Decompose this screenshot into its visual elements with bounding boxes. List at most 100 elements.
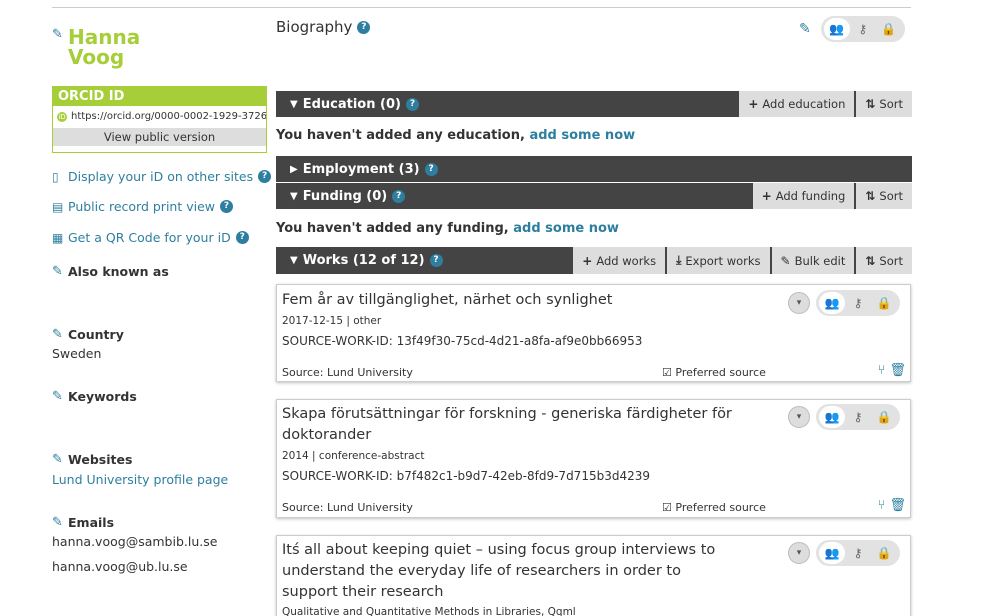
- work-privacy: ▾ 👥 ⚷ 🔒: [788, 404, 900, 430]
- lock-icon[interactable]: 🔒: [871, 542, 897, 564]
- help-icon[interactable]: ?: [258, 170, 272, 183]
- websites-heading: ✎ Websites: [52, 452, 132, 467]
- work-meta: 2014 | conference-abstract: [282, 450, 425, 462]
- funding-empty-text: You haven't added any funding,: [276, 221, 509, 236]
- display-id-link[interactable]: ▯ Display your iD on other sites ?: [52, 169, 272, 184]
- trash-icon[interactable]: 🗑: [889, 498, 906, 513]
- edit-biography-icon[interactable]: ✎: [799, 21, 811, 37]
- chevron-down-icon: ▼: [290, 98, 298, 110]
- works-section-bar: ▼ Works (12 of 12) ? + Add works ⤓ Export …: [276, 247, 912, 274]
- everyone-icon[interactable]: 👥: [823, 18, 850, 40]
- lock-icon[interactable]: 🔒: [871, 292, 897, 314]
- dropdown-icon[interactable]: ▾: [788, 292, 810, 314]
- qr-code-link[interactable]: ▦ Get a QR Code for your iD ?: [52, 230, 249, 245]
- lock-icon[interactable]: 🔒: [871, 406, 897, 428]
- sort-button[interactable]: ⇅ Sort: [856, 247, 912, 274]
- works-toggle[interactable]: ▼ Works (12 of 12) ?: [276, 253, 443, 268]
- work-title: Fem år av tillgänglighet, närhet och syn…: [282, 292, 613, 308]
- edit-websites-icon[interactable]: ✎: [52, 452, 68, 467]
- trusted-parties-icon[interactable]: ⚷: [845, 406, 871, 428]
- trusted-parties-icon[interactable]: ⚷: [845, 542, 871, 564]
- orcid-id-box: ORCID ID iD https://orcid.org/0000-0002-…: [52, 86, 267, 153]
- trusted-parties-icon[interactable]: ⚷: [850, 18, 876, 40]
- bulk-edit-label: Bulk edit: [794, 253, 846, 268]
- edit-emails-icon[interactable]: ✎: [52, 515, 68, 530]
- preferred-source-label: Preferred source: [675, 501, 766, 514]
- help-icon[interactable]: ?: [424, 162, 438, 176]
- work-card: Skapa förutsättningar för forskning - ge…: [276, 399, 911, 518]
- versions-icon[interactable]: ⑂: [878, 363, 886, 378]
- work-title: Skapa förutsättningar för forskning - ge…: [282, 406, 732, 443]
- plus-icon: +: [748, 97, 759, 111]
- print-view-link[interactable]: ▤ Public record print view ?: [52, 199, 233, 214]
- website-link[interactable]: Lund University profile page: [52, 472, 228, 487]
- mobile-icon: ▯: [52, 169, 59, 184]
- everyone-icon[interactable]: 👥: [819, 542, 845, 564]
- printer-icon: ▤: [52, 199, 64, 214]
- employment-label: Employment (3): [302, 161, 420, 177]
- everyone-icon[interactable]: 👥: [819, 406, 845, 428]
- education-toggle[interactable]: ▼ Education (0) ?: [276, 97, 419, 112]
- sort-icon: ⇅: [865, 97, 876, 111]
- download-icon: ⤓: [676, 253, 682, 267]
- help-icon[interactable]: ?: [392, 189, 406, 203]
- edit-name-icon[interactable]: ✎: [52, 27, 68, 67]
- emails-label: Emails: [68, 515, 115, 530]
- work-tools: ⑂ 🗑: [878, 363, 906, 378]
- email-value: hanna.voog@ub.lu.se: [52, 559, 188, 574]
- sort-button[interactable]: ⇅ Sort: [856, 91, 912, 117]
- funding-toggle[interactable]: ▼ Funding (0) ?: [276, 189, 406, 204]
- funding-section-bar: ▼ Funding (0) ? + Add funding ⇅ Sort: [276, 183, 912, 209]
- work-meta: Qualitative and Quantitative Methods in …: [282, 606, 576, 616]
- add-education-label: Add education: [762, 97, 846, 111]
- biography-title: Biography ?: [276, 18, 371, 36]
- add-education-button[interactable]: + Add education: [739, 91, 855, 117]
- edit-country-icon[interactable]: ✎: [52, 327, 68, 342]
- edit-also-known-as-icon[interactable]: ✎: [52, 264, 68, 279]
- orcid-logo-icon: iD: [57, 112, 67, 122]
- help-icon[interactable]: ?: [405, 97, 419, 111]
- view-public-version-button[interactable]: View public version: [53, 128, 266, 146]
- dropdown-icon[interactable]: ▾: [788, 542, 810, 564]
- orcid-url[interactable]: https://orcid.org/0000-0002-1929-3726: [71, 106, 266, 128]
- add-works-label: Add works: [596, 253, 657, 268]
- also-known-as-heading: ✎ Also known as: [52, 264, 169, 279]
- work-source: Source: Lund University: [282, 366, 413, 379]
- versions-icon[interactable]: ⑂: [878, 498, 886, 513]
- lock-icon[interactable]: 🔒: [876, 18, 902, 40]
- help-icon[interactable]: ?: [429, 254, 443, 267]
- trash-icon[interactable]: 🗑: [889, 363, 906, 378]
- help-icon[interactable]: ?: [357, 20, 371, 34]
- bulk-edit-button[interactable]: ✎ Bulk edit: [771, 247, 855, 274]
- sort-button[interactable]: ⇅ Sort: [856, 183, 912, 209]
- chevron-down-icon: ▼: [290, 255, 298, 266]
- add-funding-link[interactable]: add some now: [513, 221, 619, 236]
- funding-empty-message: You haven't added any funding, add some …: [276, 221, 619, 236]
- checkbox-icon: ☑: [662, 501, 672, 514]
- education-empty-text: You haven't added any education,: [276, 128, 525, 143]
- help-icon[interactable]: ?: [220, 200, 233, 213]
- education-actions: + Add education ⇅ Sort: [737, 91, 912, 117]
- help-icon[interactable]: ?: [235, 231, 249, 244]
- add-funding-button[interactable]: + Add funding: [752, 183, 855, 209]
- biography-label: Biography: [276, 18, 353, 36]
- also-known-as-label: Also known as: [68, 264, 169, 279]
- work-card: Itś all about keeping quiet – using focu…: [276, 535, 911, 616]
- pencil-icon: ✎: [780, 253, 791, 268]
- trusted-parties-icon[interactable]: ⚷: [845, 292, 871, 314]
- biography-privacy: ✎ 👥 ⚷ 🔒: [799, 16, 905, 42]
- employment-toggle[interactable]: ▶ Employment (3) ?: [276, 162, 438, 177]
- sort-label: Sort: [879, 97, 903, 111]
- work-source-id: SOURCE-WORK-ID: 13f49f30-75cd-4d21-a8fa-…: [282, 334, 643, 348]
- add-works-button[interactable]: + Add works: [573, 247, 666, 274]
- edit-keywords-icon[interactable]: ✎: [52, 389, 68, 404]
- email-value: hanna.voog@sambib.lu.se: [52, 534, 218, 549]
- dropdown-icon[interactable]: ▾: [788, 406, 810, 428]
- export-works-button[interactable]: ⤓ Export works: [667, 247, 770, 274]
- display-id-label: Display your iD on other sites: [68, 169, 254, 184]
- orcid-id-title: ORCID ID: [53, 87, 266, 106]
- websites-label: Websites: [68, 452, 133, 467]
- privacy-toggle: 👥 ⚷ 🔒: [820, 16, 905, 42]
- everyone-icon[interactable]: 👥: [819, 292, 845, 314]
- add-education-link[interactable]: add some now: [529, 128, 635, 143]
